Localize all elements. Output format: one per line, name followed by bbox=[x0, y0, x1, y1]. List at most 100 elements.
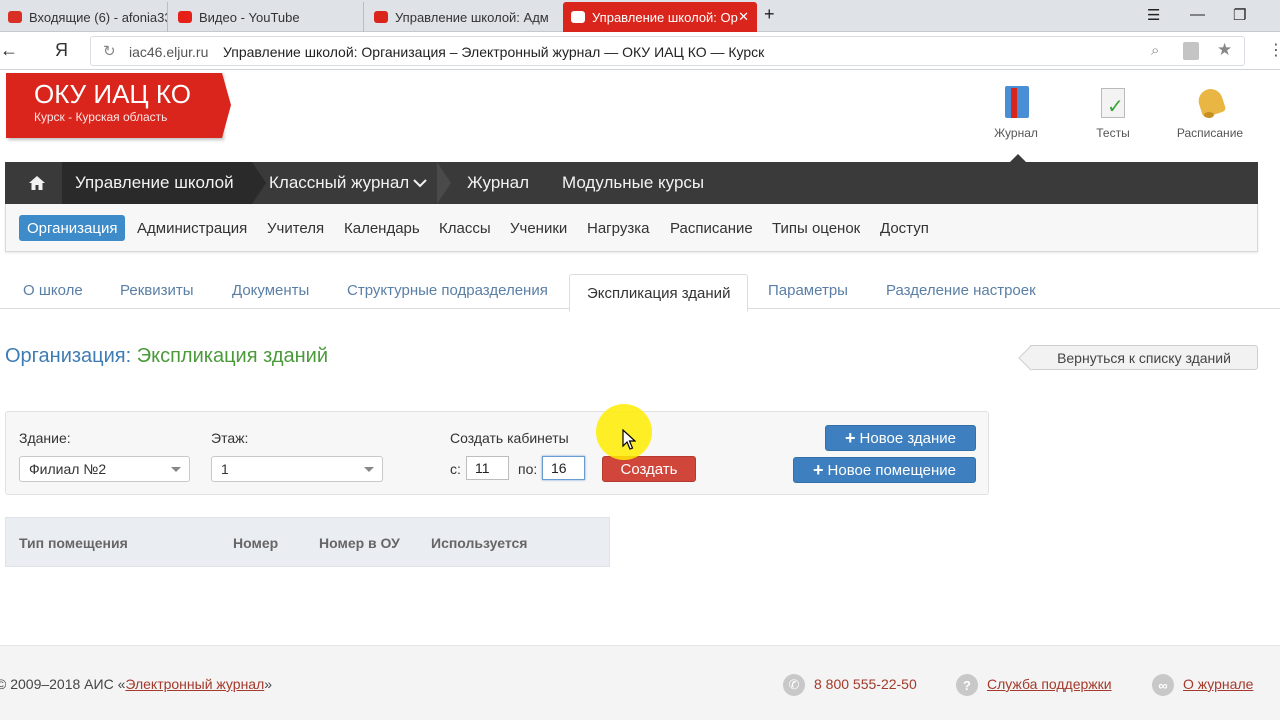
tab-parameters[interactable]: Параметры bbox=[768, 272, 848, 309]
back-button-label: Вернуться к списку зданий bbox=[1057, 349, 1231, 366]
journal-icon bbox=[1001, 86, 1031, 120]
nav-journal[interactable]: Журнал bbox=[467, 162, 529, 204]
subnav-calendar[interactable]: Календарь bbox=[336, 215, 428, 241]
menu-icon[interactable]: ☰ bbox=[1147, 6, 1160, 24]
page-tabs: О школе Реквизиты Документы Структурные … bbox=[0, 272, 1280, 312]
subnav-organization[interactable]: Организация bbox=[19, 215, 126, 241]
tab-documents[interactable]: Документы bbox=[232, 272, 309, 309]
copyright-suffix: » bbox=[264, 676, 273, 692]
about-link[interactable]: О журнале bbox=[1183, 676, 1253, 692]
from-input[interactable]: 11 bbox=[466, 456, 509, 480]
to-input[interactable]: 16 bbox=[542, 456, 585, 480]
logo-subtitle: Курск - Курская область bbox=[34, 110, 168, 124]
chevron-down-icon bbox=[364, 467, 374, 472]
tab-about-school[interactable]: О школе bbox=[23, 272, 83, 309]
subnav-teachers[interactable]: Учителя bbox=[259, 215, 332, 241]
top-link-journal[interactable]: Журнал bbox=[976, 86, 1056, 140]
top-link-tests[interactable]: ✓ Тесты bbox=[1073, 86, 1153, 140]
create-button[interactable]: Создать bbox=[602, 456, 696, 482]
restore-icon[interactable]: ❐ bbox=[1233, 6, 1246, 24]
chevron-down-icon bbox=[413, 179, 427, 188]
url-page-title: Управление школой: Организация – Электро… bbox=[223, 44, 765, 60]
floor-label: Этаж: bbox=[211, 430, 249, 446]
building-value: Филиал №2 bbox=[29, 461, 107, 477]
sub-nav: Организация Администрация Учителя Календ… bbox=[5, 204, 1258, 252]
search-icon[interactable]: ⌕ bbox=[1151, 42, 1159, 59]
lock-icon[interactable] bbox=[1183, 42, 1199, 60]
top-link-label: Журнал bbox=[994, 126, 1038, 140]
tab-label: Управление школой: Адм bbox=[395, 9, 549, 25]
tab-building-explication[interactable]: Экспликация зданий bbox=[569, 274, 749, 312]
col-number[interactable]: Номер bbox=[233, 535, 278, 551]
new-room-label: Новое помещение bbox=[827, 461, 956, 479]
plus-icon: + bbox=[845, 428, 856, 448]
new-tab-button[interactable]: + bbox=[764, 4, 775, 25]
browser-tab-gmail[interactable]: Входящие (6) - afonia333@g bbox=[0, 2, 168, 32]
building-select[interactable]: Филиал №2 bbox=[19, 456, 190, 482]
new-room-button[interactable]: + Новое помещение bbox=[793, 457, 976, 483]
page-title-prefix: Организация: bbox=[5, 345, 132, 367]
top-link-label: Расписание bbox=[1176, 126, 1244, 140]
more-icon[interactable]: ⋮ bbox=[1268, 40, 1280, 60]
subnav-classes[interactable]: Классы bbox=[431, 215, 499, 241]
copyright-prefix: © 2009–2018 АИС « bbox=[0, 676, 126, 692]
browser-tab-youtube[interactable]: Видео - YouTube bbox=[170, 2, 364, 32]
home-icon bbox=[29, 176, 45, 190]
copyright-link[interactable]: Электронный журнал bbox=[125, 676, 264, 692]
eljur-icon bbox=[571, 11, 585, 23]
main-nav: Управление школой Классный журнал Журнал… bbox=[5, 162, 1258, 204]
site-logo[interactable]: ОКУ ИАЦ КО Курск - Курская область bbox=[6, 73, 231, 138]
support-link[interactable]: Служба поддержки bbox=[987, 676, 1112, 692]
address-bar: ← Я ↻ iac46.eljur.ru Управление школой: … bbox=[0, 32, 1280, 70]
mouse-cursor-icon bbox=[622, 429, 636, 450]
tab-requisites[interactable]: Реквизиты bbox=[120, 272, 194, 309]
floor-select[interactable]: 1 bbox=[211, 456, 383, 482]
nav-modular-courses[interactable]: Модульные курсы bbox=[562, 162, 704, 204]
col-school-number[interactable]: Номер в ОУ bbox=[319, 535, 400, 551]
refresh-icon[interactable]: ↻ bbox=[103, 42, 116, 60]
to-label: по: bbox=[518, 461, 538, 477]
new-building-button[interactable]: + Новое здание bbox=[825, 425, 976, 451]
nav-school-management[interactable]: Управление школой bbox=[62, 162, 252, 204]
subnav-schedule[interactable]: Расписание bbox=[662, 215, 761, 241]
phone-link[interactable]: 8 800 555-22-50 bbox=[814, 676, 917, 692]
url-field[interactable]: ↻ iac46.eljur.ru Управление школой: Орга… bbox=[90, 36, 1245, 66]
active-pointer bbox=[1010, 154, 1026, 162]
subnav-students[interactable]: Ученики bbox=[502, 215, 575, 241]
footer: © 2009–2018 АИС «Электронный журнал» ✆ 8… bbox=[0, 645, 1280, 720]
subnav-grade-types[interactable]: Типы оценок bbox=[764, 215, 868, 241]
star-icon[interactable]: ★ bbox=[1217, 40, 1232, 60]
back-to-buildings-button[interactable]: Вернуться к списку зданий bbox=[1030, 345, 1258, 370]
yandex-icon[interactable]: Я bbox=[55, 40, 68, 61]
col-room-type[interactable]: Тип помещения bbox=[19, 535, 128, 551]
tab-settings-split[interactable]: Разделение настроек bbox=[886, 272, 1036, 309]
eljur-icon bbox=[374, 11, 388, 23]
tab-label: Видео - YouTube bbox=[199, 9, 300, 25]
create-rooms-label: Создать кабинеты bbox=[450, 430, 569, 446]
nav-label: Модульные курсы bbox=[562, 173, 705, 192]
bell-icon bbox=[1195, 85, 1227, 120]
minimize-icon[interactable]: — bbox=[1190, 6, 1205, 23]
floor-value: 1 bbox=[221, 461, 229, 477]
browser-tab-org[interactable]: Управление школой: Ор ✕ bbox=[563, 2, 757, 32]
subnav-load[interactable]: Нагрузка bbox=[579, 215, 657, 241]
back-icon[interactable]: ← bbox=[0, 40, 18, 61]
phone-icon: ✆ bbox=[783, 674, 805, 696]
nav-separator bbox=[252, 162, 266, 204]
help-icon: ? bbox=[956, 674, 978, 696]
top-link-schedule[interactable]: Расписание bbox=[1170, 85, 1250, 140]
from-label: с: bbox=[450, 461, 461, 477]
subnav-administration[interactable]: Администрация bbox=[129, 215, 255, 241]
col-in-use[interactable]: Используется bbox=[431, 535, 527, 551]
building-label: Здание: bbox=[19, 430, 71, 446]
close-tab-icon[interactable]: ✕ bbox=[738, 9, 749, 25]
nav-label: Классный журнал bbox=[269, 173, 410, 192]
page-title-main: Экспликация зданий bbox=[136, 345, 329, 367]
tab-label: Управление школой: Ор bbox=[592, 9, 738, 25]
subnav-access[interactable]: Доступ bbox=[872, 215, 937, 241]
tab-structural-units[interactable]: Структурные подразделения bbox=[347, 272, 548, 309]
browser-tab-admin[interactable]: Управление школой: Адм bbox=[366, 2, 560, 32]
nav-class-journal[interactable]: Классный журнал bbox=[269, 162, 427, 204]
home-button[interactable] bbox=[19, 162, 55, 204]
page-title: Организация: Экспликация зданий bbox=[5, 345, 328, 368]
